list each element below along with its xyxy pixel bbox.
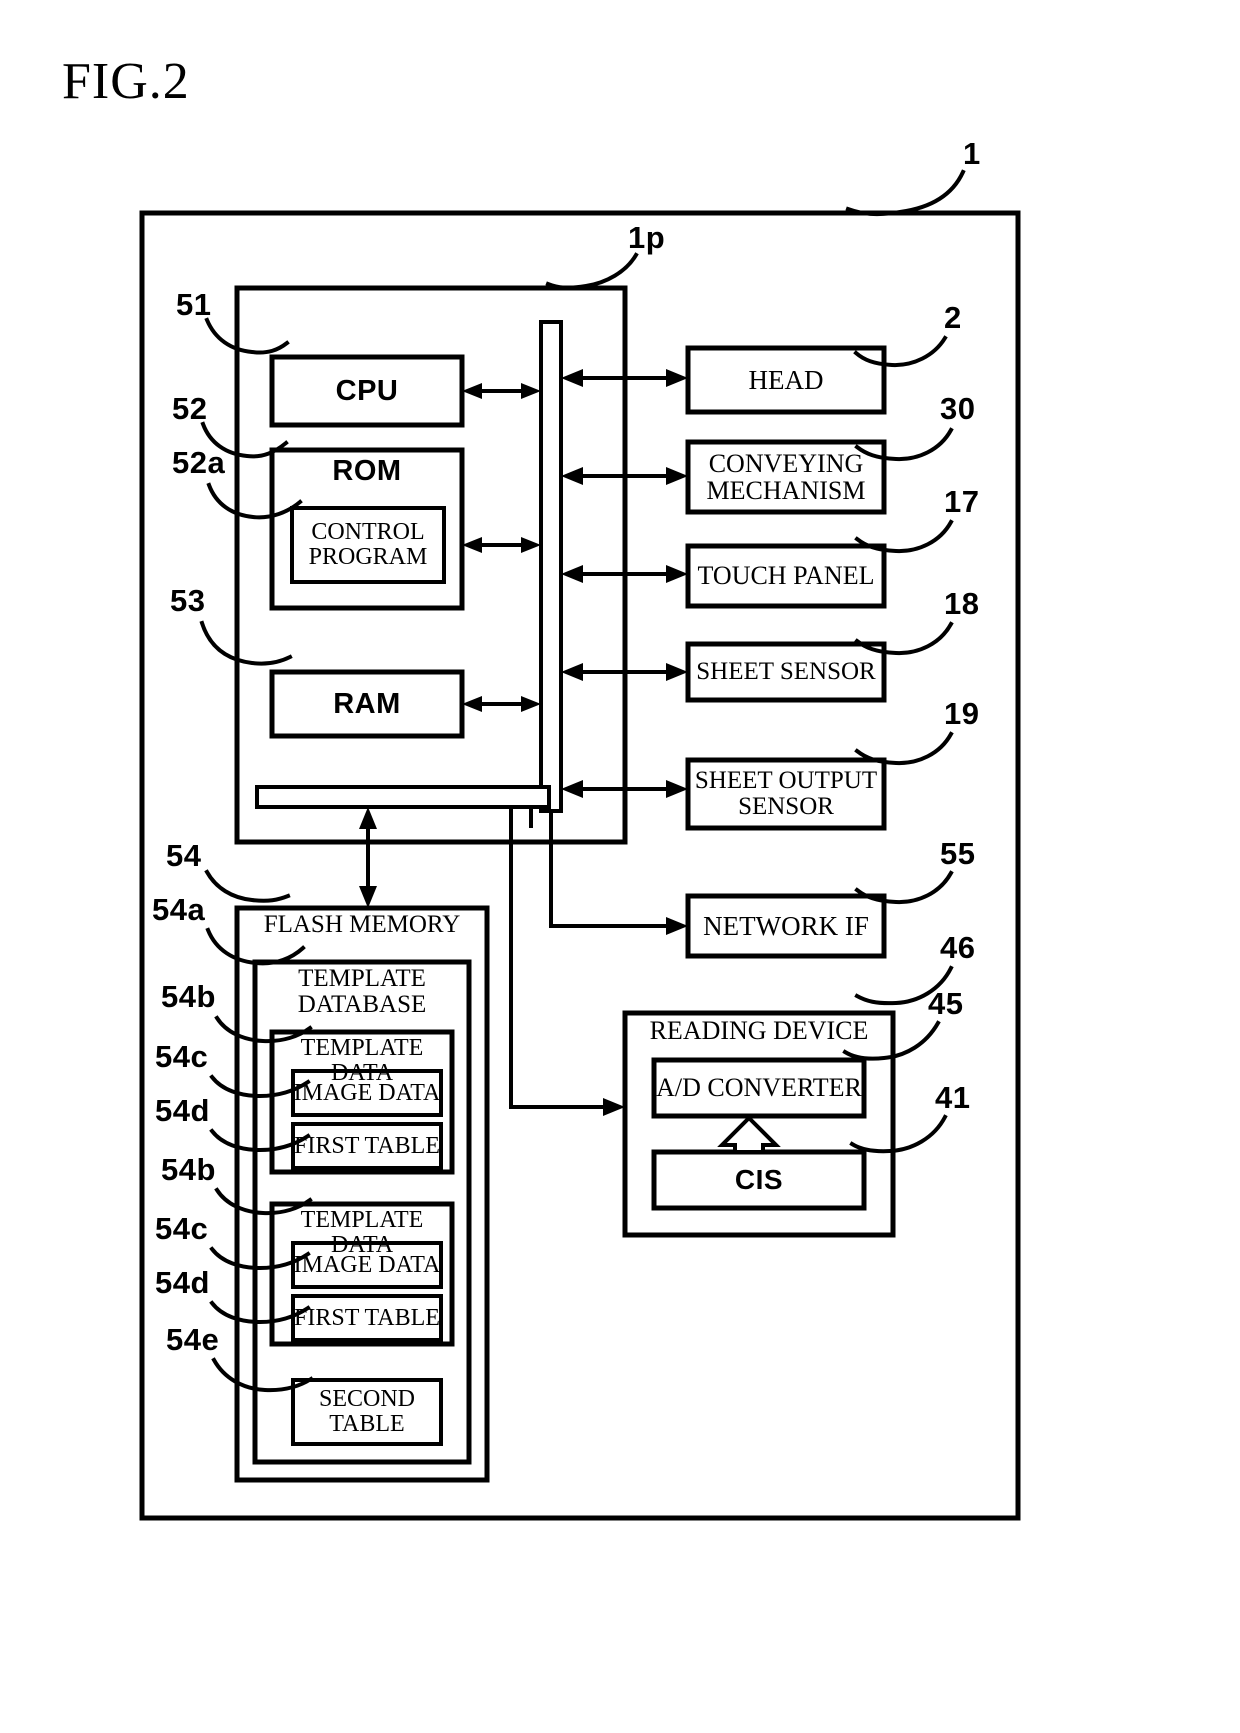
- second-table-label: SECOND TABLE: [318, 1386, 415, 1437]
- refnum-first-table-1: 54d: [155, 1093, 210, 1128]
- refnum-sheet-sensor: 18: [944, 586, 980, 621]
- first-table-1-label: FIRST TABLE: [294, 1132, 440, 1159]
- bus-bar-vertical: [539, 320, 563, 813]
- template-data-1-label: TEMPLATE DATA: [300, 1035, 424, 1086]
- sheet-output-sensor-label: SHEET OUTPUT SENSOR: [694, 767, 878, 820]
- refnum-rom: 52: [172, 391, 208, 426]
- refnum-controller: 1p: [628, 220, 666, 255]
- image-data-2-label: IMAGE DATA: [293, 1251, 441, 1278]
- network-if-label: NETWORK IF: [703, 910, 869, 941]
- refnum-image-data-1: 54c: [155, 1039, 209, 1074]
- refnum-conveying-mechanism: 30: [940, 391, 976, 426]
- refnum-template-data-2: 54b: [161, 1152, 216, 1187]
- flash-memory-label: FLASH MEMORY: [263, 911, 461, 938]
- ram-label: RAM: [333, 687, 401, 720]
- refnum-network-if: 55: [940, 836, 976, 871]
- refnum-device: 1: [963, 136, 981, 171]
- refnum-image-data-2: 54c: [155, 1211, 209, 1246]
- template-database-label: TEMPLATE DATABASE: [297, 965, 427, 1018]
- refnum-reading-device: 46: [940, 930, 976, 965]
- refnum-sheet-output-sensor: 19: [944, 696, 980, 731]
- first-table-2-label: FIRST TABLE: [294, 1304, 440, 1331]
- touch-panel-label: TOUCH PANEL: [697, 561, 875, 591]
- rom-label: ROM: [332, 455, 402, 487]
- refnum-second-table: 54e: [166, 1322, 220, 1357]
- refnum-cis: 41: [935, 1080, 971, 1115]
- cis-label: CIS: [734, 1164, 784, 1196]
- image-data-1-label: IMAGE DATA: [293, 1079, 441, 1106]
- template-data-2-label: TEMPLATE DATA: [300, 1207, 424, 1258]
- reading-device-label: READING DEVICE: [649, 1016, 869, 1045]
- refnum-template-data-1: 54b: [161, 979, 216, 1014]
- refnum-touch-panel: 17: [944, 484, 980, 519]
- conveying-mechanism-label: CONVEYING MECHANISM: [706, 448, 866, 505]
- refnum-head: 2: [944, 300, 962, 335]
- refnum-ram: 53: [170, 583, 206, 618]
- ad-converter-label: A/D CONVERTER: [656, 1073, 862, 1103]
- head-label: HEAD: [748, 364, 824, 395]
- sheet-sensor-label: SHEET SENSOR: [696, 658, 876, 685]
- refnum-cpu: 51: [176, 287, 212, 322]
- flash-reading-device-link: [509, 809, 616, 1109]
- refnum-ad-converter: 45: [928, 986, 964, 1021]
- bus-bar-horizontal: [255, 785, 551, 809]
- bus-network-link: [549, 809, 680, 928]
- control-program-label: CONTROL PROGRAM: [308, 519, 428, 570]
- refnum-control-program: 52a: [172, 445, 226, 480]
- refnum-flash-memory: 54: [166, 838, 202, 873]
- refnum-template-database: 54a: [152, 892, 206, 927]
- refnum-first-table-2: 54d: [155, 1265, 210, 1300]
- cpu-label: CPU: [335, 374, 399, 407]
